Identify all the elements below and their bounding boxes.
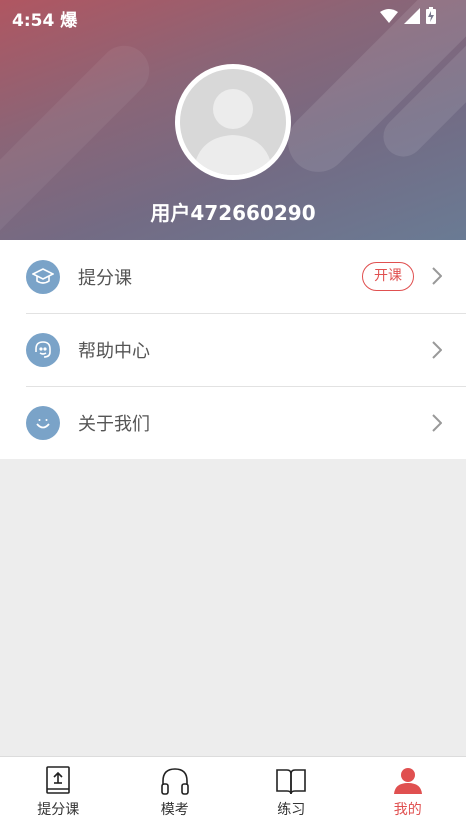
- username: 用户472660290: [150, 201, 316, 225]
- graduation-cap-icon: [26, 259, 60, 294]
- open-book-icon: [276, 769, 307, 795]
- headset-icon: [26, 333, 60, 367]
- chevron-right-icon: [432, 267, 442, 285]
- chevron-right-icon: [432, 341, 442, 359]
- person-icon: [393, 768, 422, 794]
- menu-item-label: 提分课: [78, 267, 132, 289]
- signal-icon: [404, 7, 420, 24]
- tab-label: 我的: [393, 802, 422, 818]
- avatar-placeholder-icon: [180, 69, 286, 175]
- menu-item-help-center[interactable]: 帮助中心: [26, 313, 466, 386]
- tab-mock-exam[interactable]: 模考: [117, 757, 234, 828]
- battery-icon: [426, 7, 436, 24]
- tab-label: 提分课: [37, 802, 80, 818]
- headphones-icon: [160, 768, 189, 795]
- book-upload-icon: [46, 766, 71, 794]
- profile-header: 4:54 爆 用户472660290: [0, 0, 466, 240]
- status-icons: [380, 7, 436, 24]
- chevron-right-icon: [432, 414, 442, 432]
- menu-item-label: 关于我们: [78, 414, 150, 435]
- smiley-icon: [26, 406, 60, 440]
- tab-mine[interactable]: 我的: [350, 757, 466, 828]
- status-bar: 4:54 爆: [0, 0, 466, 34]
- menu-list: 提分课 开课 帮助中心 关于我们: [0, 240, 466, 459]
- status-carrier-glyph: 爆: [60, 11, 78, 31]
- open-course-badge[interactable]: 开课: [362, 262, 414, 291]
- menu-item-label: 帮助中心: [78, 341, 150, 362]
- wifi-icon: [380, 8, 398, 23]
- status-time: 4:54 爆: [12, 11, 78, 31]
- bottom-tab-bar: 提分课 模考 练习 我的: [0, 756, 466, 828]
- menu-item-course[interactable]: 提分课 开课: [0, 240, 466, 313]
- tab-course[interactable]: 提分课: [0, 757, 117, 828]
- avatar[interactable]: [175, 64, 291, 180]
- tab-label: 练习: [277, 802, 306, 818]
- menu-item-about-us[interactable]: 关于我们: [26, 386, 466, 459]
- tab-label: 模考: [160, 802, 189, 818]
- tab-practice[interactable]: 练习: [233, 757, 350, 828]
